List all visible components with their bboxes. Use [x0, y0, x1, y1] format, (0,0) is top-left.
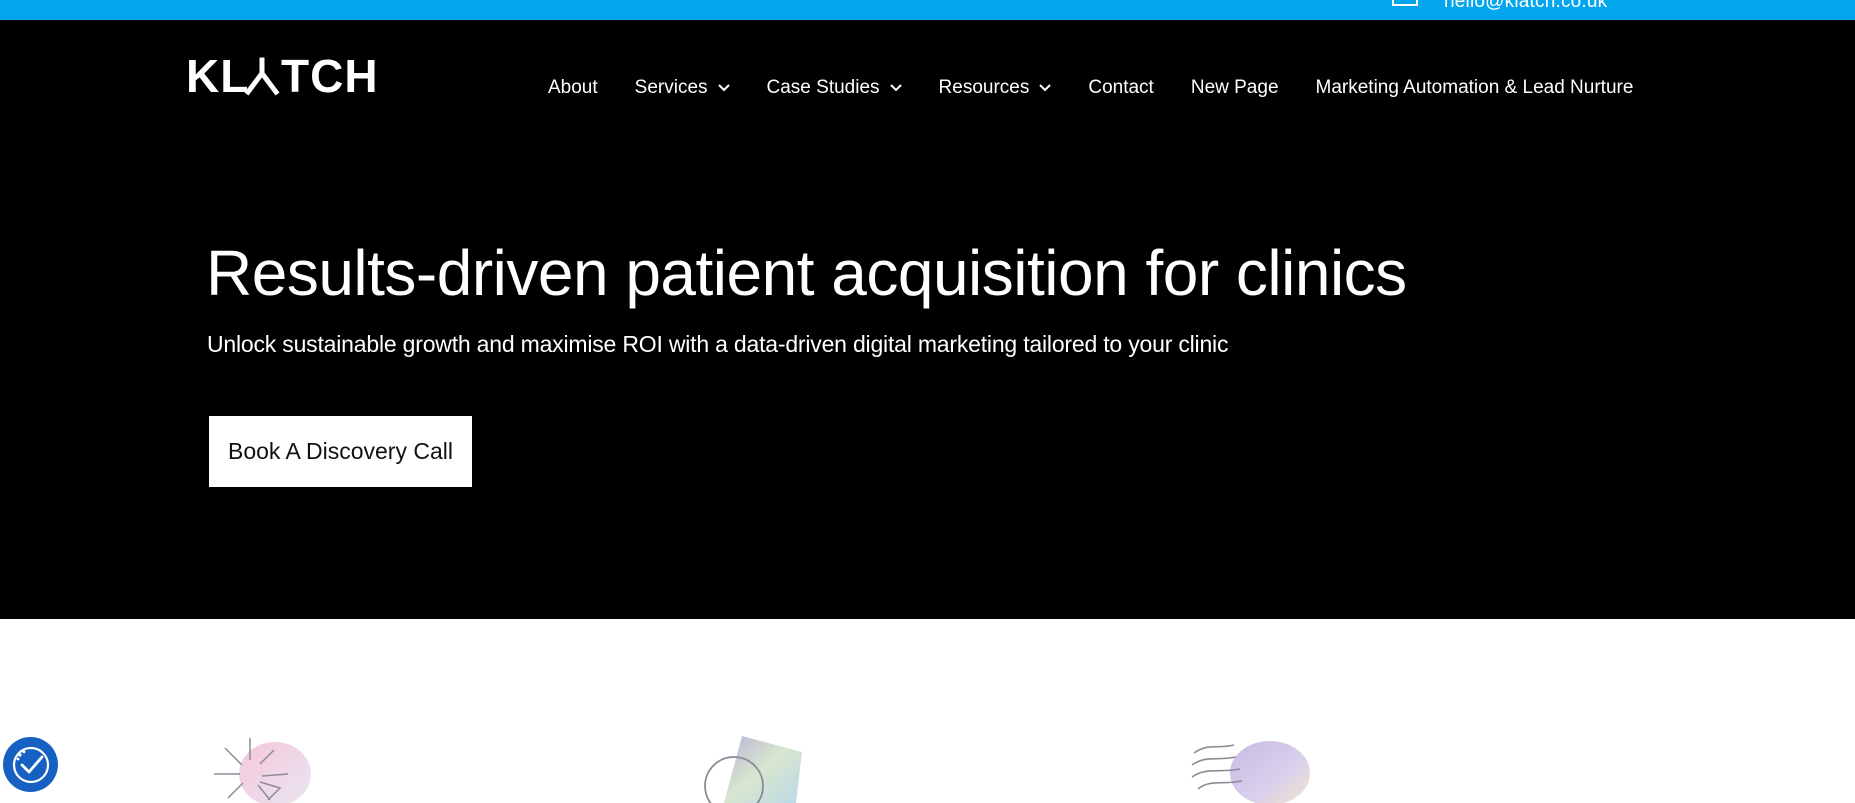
nav-contact[interactable]: Contact	[1088, 77, 1153, 99]
nav-services-label: Services	[634, 77, 708, 98]
nav-case-studies[interactable]: Case Studies	[767, 77, 902, 99]
chevron-down-icon	[717, 84, 730, 92]
chevron-down-icon	[1039, 84, 1052, 92]
accessibility-icon	[12, 746, 49, 783]
klatch-logo[interactable]: KL TCH	[186, 54, 376, 98]
waves-graphic	[1191, 741, 1310, 803]
nav-case-studies-label: Case Studies	[766, 77, 880, 98]
nav-services[interactable]: Services	[635, 77, 730, 99]
hero-section: KL TCH About Services Case Studies Resou…	[0, 20, 1855, 619]
chevron-down-icon	[889, 84, 902, 92]
main-nav: About Services Case Studies Resources Co…	[548, 68, 1633, 108]
nav-marketing-automation[interactable]: Marketing Automation & Lead Nurture	[1316, 77, 1634, 99]
nav-about-label: About	[548, 77, 598, 98]
nav-contact-label: Contact	[1088, 77, 1154, 98]
hero-subheadline: Unlock sustainable growth and maximise R…	[207, 331, 1229, 357]
top-bar: hello@klatch.co.uk	[0, 0, 1855, 20]
shape-graphic	[704, 736, 802, 803]
sparkle-graphic	[214, 738, 311, 803]
contact-email-link[interactable]: hello@klatch.co.uk	[1444, 0, 1607, 13]
hero-headline: Results-driven patient acquisition for c…	[206, 237, 1407, 309]
book-discovery-call-button[interactable]: Book A Discovery Call	[209, 416, 472, 487]
mail-icon	[1392, 0, 1418, 6]
svg-text:TCH: TCH	[281, 54, 376, 98]
nav-about[interactable]: About	[548, 77, 598, 99]
nav-new-page[interactable]: New Page	[1191, 77, 1279, 99]
nav-marketing-automation-label: Marketing Automation & Lead Nurture	[1315, 77, 1634, 98]
logo-text: KL TCH	[186, 54, 376, 98]
nav-resources[interactable]: Resources	[939, 77, 1052, 99]
nav-new-page-label: New Page	[1190, 77, 1279, 98]
nav-resources-label: Resources	[938, 77, 1030, 98]
accessibility-button[interactable]	[3, 737, 58, 792]
logo-mark: KL TCH	[186, 54, 376, 98]
svg-text:KL: KL	[186, 54, 249, 98]
